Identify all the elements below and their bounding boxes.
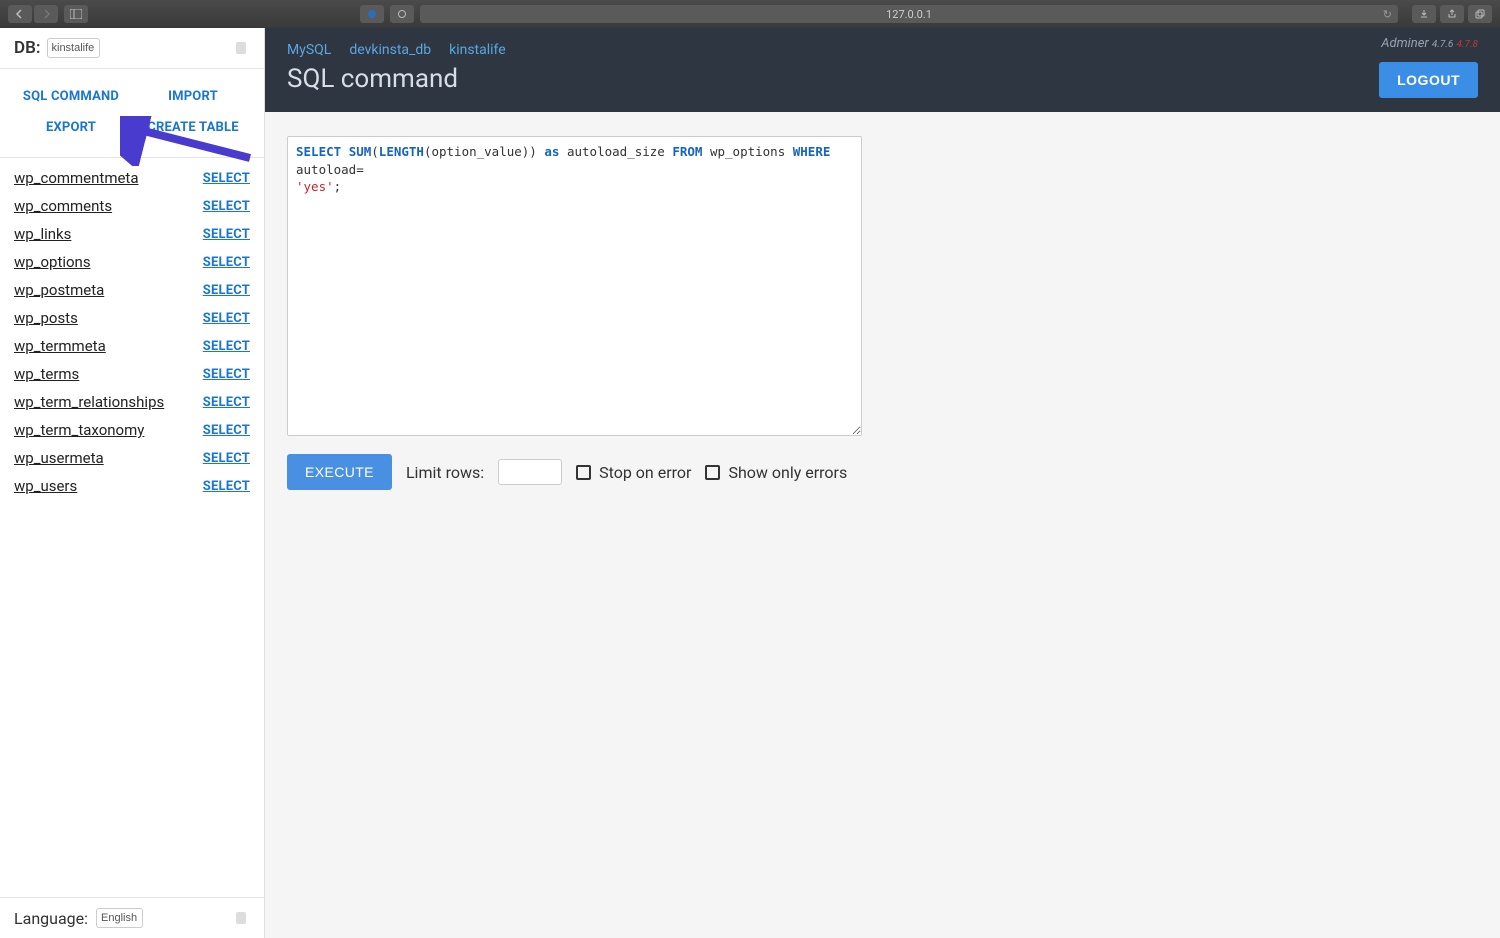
db-label: DB: — [14, 38, 41, 58]
table-select-link[interactable]: SELECT — [203, 479, 250, 494]
page-title: SQL command — [287, 64, 1478, 94]
table-select-link[interactable]: SELECT — [203, 451, 250, 466]
table-name-link[interactable]: wp_term_taxonomy — [14, 421, 144, 439]
table-name-link[interactable]: wp_comments — [14, 197, 112, 215]
breadcrumb-link[interactable]: kinstalife — [449, 42, 506, 58]
table-name-link[interactable]: wp_links — [14, 225, 71, 243]
share-icon[interactable] — [1440, 5, 1464, 23]
table-select-link[interactable]: SELECT — [203, 199, 250, 214]
logout-button[interactable]: LOGOUT — [1379, 62, 1478, 98]
table-name-link[interactable]: wp_terms — [14, 365, 79, 383]
url-bar[interactable]: 127.0.0.1 ↻ — [420, 5, 1398, 23]
brand: Adminer 4.7.6 4.7.8 — [1381, 36, 1478, 51]
table-row: wp_terms SELECT — [0, 360, 264, 388]
tables-list: wp_commentmetaSELECTwp_commentsSELECTwp_… — [0, 158, 264, 897]
table-row: wp_postmeta SELECT — [0, 276, 264, 304]
table-name-link[interactable]: wp_postmeta — [14, 281, 104, 299]
sql-command-link[interactable]: SQL COMMAND — [10, 81, 132, 112]
table-select-link[interactable]: SELECT — [203, 339, 250, 354]
sql-textarea[interactable]: SELECT SUM(LENGTH(option_value)) as auto… — [287, 136, 862, 436]
table-select-link[interactable]: SELECT — [203, 283, 250, 298]
table-name-link[interactable]: wp_commentmeta — [14, 169, 139, 187]
table-select-link[interactable]: SELECT — [203, 227, 250, 242]
language-select[interactable]: English — [96, 908, 143, 928]
table-row: wp_term_relationships SELECT — [0, 388, 264, 416]
table-row: wp_termmeta SELECT — [0, 332, 264, 360]
table-name-link[interactable]: wp_users — [14, 477, 77, 495]
table-name-link[interactable]: wp_term_relationships — [14, 393, 164, 411]
table-name-link[interactable]: wp_termmeta — [14, 337, 106, 355]
reader-icon[interactable] — [390, 5, 414, 23]
sidebar-toggle-icon[interactable] — [64, 5, 88, 23]
table-select-link[interactable]: SELECT — [203, 395, 250, 410]
limit-rows-input[interactable] — [498, 459, 562, 485]
header: MySQLdevkinsta_dbkinstalife SQL command … — [265, 28, 1500, 112]
language-label: Language: — [14, 909, 88, 928]
tabs-icon[interactable] — [1468, 5, 1492, 23]
table-row: wp_usermeta SELECT — [0, 444, 264, 472]
limit-rows-label: Limit rows: — [406, 463, 484, 482]
table-name-link[interactable]: wp_posts — [14, 309, 78, 327]
table-row: wp_links SELECT — [0, 220, 264, 248]
shield-icon[interactable] — [360, 5, 384, 23]
download-icon[interactable] — [1412, 5, 1436, 23]
table-select-link[interactable]: SELECT — [203, 255, 250, 270]
create-table-link[interactable]: CREATE TABLE — [132, 112, 254, 143]
execute-button[interactable]: EXECUTE — [287, 454, 392, 490]
table-row: wp_users SELECT — [0, 472, 264, 500]
table-select-link[interactable]: SELECT — [203, 423, 250, 438]
table-select-link[interactable]: SELECT — [203, 311, 250, 326]
forward-button[interactable] — [34, 5, 58, 23]
back-button[interactable] — [8, 5, 32, 23]
breadcrumb-link[interactable]: MySQL — [287, 42, 331, 58]
table-name-link[interactable]: wp_usermeta — [14, 449, 104, 467]
sidebar: DB: kinstalife SQL COMMAND IMPORT EXPORT… — [0, 28, 265, 938]
stop-on-error-checkbox[interactable]: Stop on error — [576, 463, 691, 482]
table-select-link[interactable]: SELECT — [203, 367, 250, 382]
breadcrumbs: MySQL devkinsta_db kinstalife — [287, 42, 1478, 58]
table-row: wp_commentmeta SELECT — [0, 164, 264, 192]
refresh-icon[interactable]: ↻ — [1383, 8, 1392, 21]
url-text: 127.0.0.1 — [886, 8, 932, 21]
table-row: wp_posts SELECT — [0, 304, 264, 332]
show-only-errors-checkbox[interactable]: Show only errors — [705, 463, 847, 482]
table-name-link[interactable]: wp_options — [14, 253, 91, 271]
breadcrumb-link[interactable]: devkinsta_db — [349, 42, 431, 58]
export-link[interactable]: EXPORT — [10, 112, 132, 143]
table-row: wp_options SELECT — [0, 248, 264, 276]
table-select-link[interactable]: SELECT — [203, 171, 250, 186]
browser-toolbar: 127.0.0.1 ↻ — [0, 0, 1500, 28]
import-link[interactable]: IMPORT — [132, 81, 254, 112]
db-select[interactable]: kinstalife — [47, 38, 100, 58]
table-row: wp_term_taxonomy SELECT — [0, 416, 264, 444]
table-row: wp_comments SELECT — [0, 192, 264, 220]
